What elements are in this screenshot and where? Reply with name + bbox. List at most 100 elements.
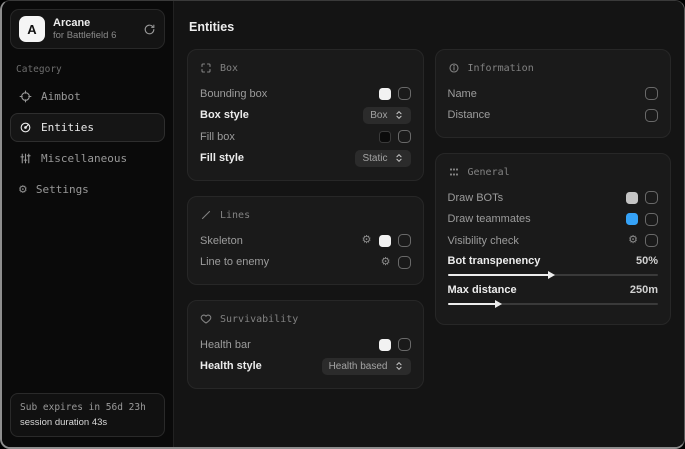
setting-label: Max distance [448, 284, 517, 296]
dropdown-value: Health based [329, 361, 388, 372]
panel-general: General Draw BOTs Draw teammates [435, 153, 672, 325]
setting-row-visibility-check: Visibility check ⚙ [448, 230, 659, 252]
diagonal-line-icon [200, 209, 212, 221]
app-subtitle: for Battlefield 6 [53, 30, 116, 41]
color-swatch[interactable] [626, 192, 638, 204]
slider-value: 50% [636, 255, 658, 267]
bot-transparency-slider[interactable] [448, 270, 659, 280]
setting-row-line-to-enemy: Line to enemy ⚙ [200, 252, 411, 274]
setting-row-name: Name [448, 83, 659, 105]
panel-information: Information Name Distance [435, 49, 672, 138]
gear-icon[interactable]: ⚙ [381, 257, 391, 268]
checkbox[interactable] [645, 87, 658, 100]
sidebar-item-label: Entities [41, 121, 94, 134]
main-content: Entities Box Bounding box [174, 1, 684, 447]
checkbox[interactable] [398, 130, 411, 143]
page-title: Entities [189, 20, 671, 34]
setting-row-box-style: Box style Box [200, 105, 411, 127]
setting-label: Draw teammates [448, 213, 531, 225]
checkbox[interactable] [398, 256, 411, 269]
panel-general-header: General [448, 166, 659, 178]
setting-label: Bounding box [200, 88, 267, 100]
fill-style-dropdown[interactable]: Static [355, 150, 410, 167]
dropdown-value: Static [362, 153, 387, 164]
setting-label: Name [448, 88, 477, 100]
checkbox[interactable] [398, 338, 411, 351]
gear-icon[interactable]: ⚙ [362, 235, 372, 246]
info-icon [448, 62, 460, 74]
setting-label: Fill style [200, 152, 244, 164]
app-meta: Arcane for Battlefield 6 [53, 17, 116, 41]
color-swatch[interactable] [379, 88, 391, 100]
checkbox[interactable] [645, 109, 658, 122]
app-avatar: A [19, 16, 45, 42]
setting-label: Health bar [200, 339, 251, 351]
left-column: Box Bounding box Box style Box [187, 49, 424, 389]
setting-row-draw-teammates: Draw teammates [448, 209, 659, 231]
sidebar-spacer [10, 205, 165, 393]
panel-information-header: Information [448, 62, 659, 74]
sidebar-item-miscellaneous[interactable]: Miscellaneous [10, 144, 165, 173]
health-style-dropdown[interactable]: Health based [322, 358, 411, 375]
slider-thumb[interactable] [548, 271, 555, 279]
setting-label: Line to enemy [200, 256, 269, 268]
setting-label: Fill box [200, 131, 235, 143]
panel-lines: Lines Skeleton ⚙ Line to enemy ⚙ [187, 196, 424, 285]
slider-value: 250m [630, 284, 658, 296]
setting-row-bounding-box: Bounding box [200, 83, 411, 105]
panel-survivability-header: Survivability [200, 313, 411, 325]
sidebar-item-aimbot[interactable]: Aimbot [10, 82, 165, 111]
checkbox[interactable] [645, 191, 658, 204]
subscription-card: Sub expires in 56d 23h session duration … [10, 393, 165, 437]
sidebar-item-label: Settings [36, 183, 89, 196]
scan-box-icon [200, 62, 212, 74]
panel-box-header: Box [200, 62, 411, 74]
max-distance-setting: Max distance 250m [448, 284, 659, 309]
slider-fill [448, 274, 549, 276]
dropdown-value: Box [370, 110, 387, 121]
setting-row-distance: Distance [448, 105, 659, 127]
gear-icon: ⚙ [19, 183, 27, 196]
grid-icon [448, 166, 460, 178]
setting-row-fill-style: Fill style Static [200, 148, 411, 170]
color-swatch[interactable] [626, 213, 638, 225]
color-swatch[interactable] [379, 235, 391, 247]
chevrons-up-down-icon [394, 361, 404, 371]
setting-label: Bot transpenency [448, 255, 541, 267]
slider-thumb[interactable] [495, 300, 502, 308]
app-window: A Arcane for Battlefield 6 Category Aimb… [0, 0, 685, 449]
chevrons-up-down-icon [394, 110, 404, 120]
subscription-expiry: Sub expires in 56d 23h [20, 402, 155, 413]
sidebar-item-label: Aimbot [41, 90, 81, 103]
sidebar-item-label: Miscellaneous [41, 152, 127, 165]
checkbox[interactable] [398, 87, 411, 100]
setting-row-health-bar: Health bar [200, 334, 411, 356]
panel-box: Box Bounding box Box style Box [187, 49, 424, 181]
slider-fill [448, 303, 496, 305]
setting-row-draw-bots: Draw BOTs [448, 187, 659, 209]
sidebar: A Arcane for Battlefield 6 Category Aimb… [2, 1, 174, 447]
sliders-icon [19, 152, 32, 165]
setting-row-health-style: Health style Health based [200, 356, 411, 378]
session-duration: session duration 43s [20, 417, 155, 428]
panel-lines-header: Lines [200, 209, 411, 221]
box-style-dropdown[interactable]: Box [363, 107, 410, 124]
color-swatch[interactable] [379, 131, 391, 143]
checkbox[interactable] [645, 213, 658, 226]
gear-icon[interactable]: ⚙ [628, 235, 638, 246]
checkbox[interactable] [645, 234, 658, 247]
sidebar-item-entities[interactable]: Entities [10, 113, 165, 142]
sidebar-item-settings[interactable]: ⚙ Settings [10, 175, 165, 204]
setting-row-skeleton: Skeleton ⚙ [200, 230, 411, 252]
color-swatch[interactable] [379, 339, 391, 351]
radar-icon [19, 121, 32, 134]
max-distance-slider[interactable] [448, 299, 659, 309]
right-column: Information Name Distance [435, 49, 672, 325]
panel-survivability: Survivability Health bar Health style He… [187, 300, 424, 389]
checkbox[interactable] [398, 234, 411, 247]
setting-label: Skeleton [200, 235, 243, 247]
setting-row-fill-box: Fill box [200, 126, 411, 148]
refresh-icon[interactable] [143, 23, 156, 36]
category-label: Category [16, 64, 159, 75]
app-logo-card: A Arcane for Battlefield 6 [10, 9, 165, 49]
